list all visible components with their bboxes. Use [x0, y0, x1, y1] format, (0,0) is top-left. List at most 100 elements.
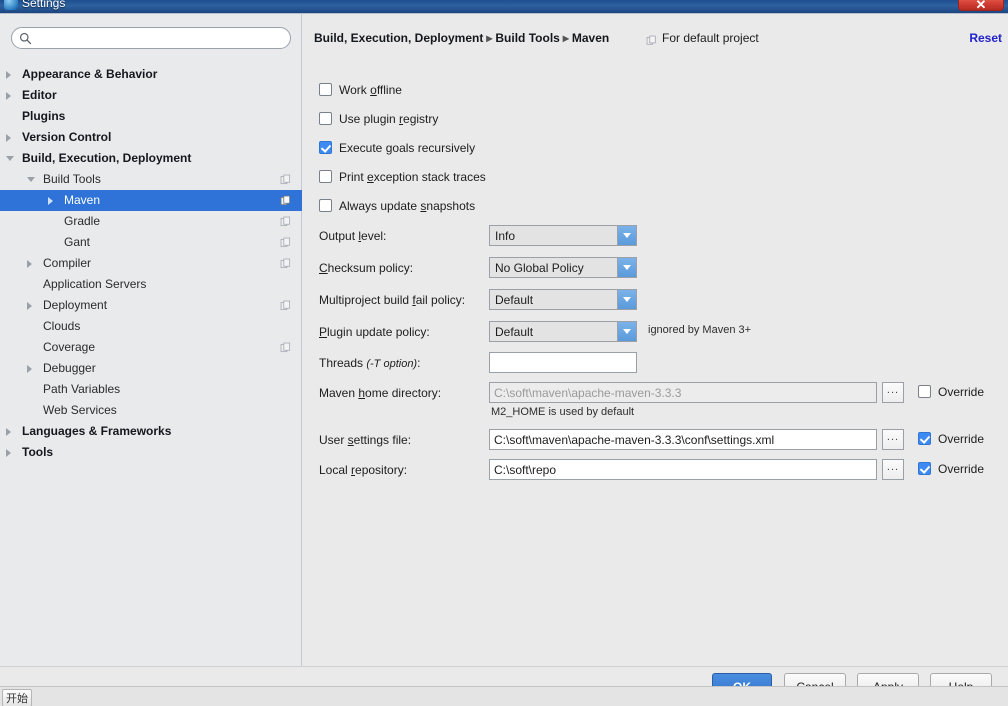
checkbox-box[interactable]	[918, 432, 931, 445]
checkbox-box[interactable]	[319, 112, 332, 125]
override-label: Override	[938, 384, 984, 400]
sidebar-item-plugins[interactable]: Plugins	[0, 106, 302, 127]
search-container	[11, 27, 291, 49]
sidebar-item-clouds[interactable]: Clouds	[0, 316, 302, 337]
chevron-right-icon[interactable]	[6, 92, 11, 100]
label-user-settings-file: User settings file:	[319, 432, 411, 448]
sidebar-item-label: Application Servers	[43, 274, 146, 295]
checkbox-box[interactable]	[319, 170, 332, 183]
chevron-right-icon[interactable]	[6, 134, 11, 142]
label-threads: Threads (-T option):	[319, 355, 420, 372]
sidebar-item-tools[interactable]: Tools	[0, 442, 302, 463]
label-local-repository: Local repository:	[319, 462, 407, 478]
sidebar-item-label: Plugins	[22, 106, 65, 127]
sidebar-item-coverage[interactable]: Coverage	[0, 337, 302, 358]
dialog-body: Appearance & BehaviorEditorPluginsVersio…	[0, 13, 1008, 666]
input-user-settings-file[interactable]	[489, 429, 877, 450]
combo-value: No Global Policy	[490, 261, 617, 275]
search-input[interactable]	[40, 28, 282, 48]
sidebar-item-compiler[interactable]: Compiler	[0, 253, 302, 274]
label-output-level: Output level:	[319, 228, 386, 244]
browse-button-user-settings-file[interactable]: ...	[882, 429, 904, 450]
chevron-down-icon[interactable]	[617, 290, 636, 309]
breadcrumb-part-2[interactable]: Build Tools	[495, 31, 559, 45]
sidebar-item-gant[interactable]: Gant	[0, 232, 302, 253]
chevron-right-icon[interactable]	[27, 260, 32, 268]
chevron-right-icon[interactable]	[6, 449, 11, 457]
sidebar-item-label: Deployment	[43, 295, 107, 316]
label-checksum-policy: Checksum policy:	[319, 260, 413, 276]
reset-link[interactable]: Reset	[969, 31, 1002, 45]
settings-tree: Appearance & BehaviorEditorPluginsVersio…	[0, 64, 302, 463]
chevron-right-icon[interactable]	[6, 428, 11, 436]
sidebar-item-appearance-behavior[interactable]: Appearance & Behavior	[0, 64, 302, 85]
checkbox-box[interactable]	[319, 83, 332, 96]
checkbox-box[interactable]	[918, 385, 931, 398]
sidebar-item-label: Debugger	[43, 358, 96, 379]
combo-checksum-policy[interactable]: No Global Policy	[489, 257, 637, 278]
breadcrumb-separator-2: ▸	[563, 31, 569, 45]
threads-input[interactable]	[489, 352, 637, 373]
copy-settings-icon	[646, 35, 657, 46]
sidebar-item-label: Compiler	[43, 253, 91, 274]
checkbox-box[interactable]	[918, 462, 931, 475]
override-label: Override	[938, 431, 984, 447]
settings-sidebar: Appearance & BehaviorEditorPluginsVersio…	[0, 14, 302, 667]
copy-settings-icon	[280, 195, 291, 206]
close-icon[interactable]: ✕	[958, 0, 1004, 11]
plugin-policy-note: ignored by Maven 3+	[648, 324, 751, 336]
sidebar-item-label: Appearance & Behavior	[22, 64, 157, 85]
sidebar-item-application-servers[interactable]: Application Servers	[0, 274, 302, 295]
breadcrumb-part-1[interactable]: Build, Execution, Deployment	[314, 31, 483, 45]
window-titlebar: Settings ✕	[0, 0, 1008, 13]
sidebar-item-maven[interactable]: Maven	[0, 190, 302, 211]
browse-button-local-repository[interactable]: ...	[882, 459, 904, 480]
copy-settings-icon	[280, 258, 291, 269]
start-button[interactable]: 开始	[2, 689, 32, 706]
sidebar-item-path-variables[interactable]: Path Variables	[0, 379, 302, 400]
label-maven-home-directory: Maven home directory:	[319, 385, 441, 401]
sidebar-item-version-control[interactable]: Version Control	[0, 127, 302, 148]
sidebar-item-languages-frameworks[interactable]: Languages & Frameworks	[0, 421, 302, 442]
checkbox-box[interactable]	[319, 141, 332, 154]
sidebar-item-web-services[interactable]: Web Services	[0, 400, 302, 421]
combo-output-level[interactable]: Info	[489, 225, 637, 246]
copy-settings-icon	[280, 174, 291, 185]
copy-settings-icon	[280, 300, 291, 311]
sidebar-item-label: Gant	[64, 232, 90, 253]
sidebar-item-label: Version Control	[22, 127, 111, 148]
chevron-right-icon[interactable]	[6, 71, 11, 79]
settings-dialog: Settings ✕ Appearance & BehaviorEditorPl…	[0, 0, 1008, 706]
sidebar-item-label: Build Tools	[43, 169, 101, 190]
chevron-down-icon[interactable]	[617, 322, 636, 341]
input-local-repository[interactable]	[489, 459, 877, 480]
chevron-right-icon[interactable]	[27, 302, 32, 310]
checkbox-label: Always update snapshots	[339, 198, 475, 214]
browse-button-maven-home-directory[interactable]: ...	[882, 382, 904, 403]
chevron-right-icon[interactable]	[48, 197, 53, 205]
sidebar-item-deployment[interactable]: Deployment	[0, 295, 302, 316]
checkbox-box[interactable]	[319, 199, 332, 212]
sidebar-item-label: Editor	[22, 85, 57, 106]
input-maven-home-directory[interactable]	[489, 382, 877, 403]
checkbox-label: Execute goals recursively	[339, 140, 475, 156]
copy-settings-icon	[280, 237, 291, 248]
combo-value: Default	[490, 293, 617, 307]
sidebar-item-editor[interactable]: Editor	[0, 85, 302, 106]
combo-plugin-update-policy[interactable]: Default	[489, 321, 637, 342]
sidebar-item-build-execution-deployment[interactable]: Build, Execution, Deployment	[0, 148, 302, 169]
chevron-right-icon[interactable]	[27, 365, 32, 373]
chevron-down-icon[interactable]	[27, 177, 35, 182]
sidebar-item-label: Web Services	[43, 400, 117, 421]
search-icon	[19, 32, 32, 45]
breadcrumb-part-3[interactable]: Maven	[572, 31, 609, 45]
chevron-down-icon[interactable]	[6, 156, 14, 161]
sidebar-item-gradle[interactable]: Gradle	[0, 211, 302, 232]
search-box[interactable]	[11, 27, 291, 49]
hint-maven-home-directory: M2_HOME is used by default	[491, 406, 634, 418]
combo-multiproject-build-fail-policy[interactable]: Default	[489, 289, 637, 310]
chevron-down-icon[interactable]	[617, 226, 636, 245]
chevron-down-icon[interactable]	[617, 258, 636, 277]
sidebar-item-debugger[interactable]: Debugger	[0, 358, 302, 379]
sidebar-item-build-tools[interactable]: Build Tools	[0, 169, 302, 190]
